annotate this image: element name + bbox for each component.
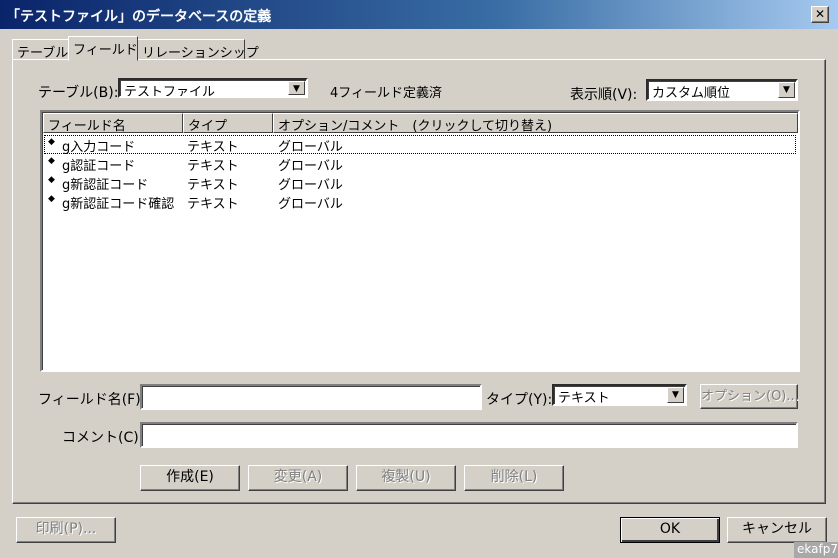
move-handle-icon[interactable]: ◆: [48, 175, 55, 185]
field-type-cell: テキスト: [187, 140, 239, 155]
sort-select-value: カスタム順位: [652, 86, 731, 101]
field-name-label: フィールド名(F):: [38, 392, 146, 408]
list-item[interactable]: ◆ g新認証コード確認 テキスト グローバル: [44, 192, 796, 212]
list-header: フィールド名 タイプ オプション/コメント (クリックして切り替え): [43, 113, 798, 133]
field-options-cell: グローバル: [278, 140, 343, 155]
move-handle-icon[interactable]: ◆: [48, 156, 55, 166]
field-options-cell: グローバル: [278, 159, 343, 174]
comment-input[interactable]: [140, 422, 798, 448]
column-header-type[interactable]: タイプ: [183, 113, 273, 133]
field-options-cell: グローバル: [278, 178, 343, 193]
comment-label: コメント(C):: [62, 430, 144, 446]
sort-select-label: 表示順(V):: [570, 87, 638, 103]
move-handle-icon[interactable]: ◆: [48, 194, 55, 204]
field-name-cell: g新認証コード: [62, 178, 149, 193]
field-list[interactable]: フィールド名 タイプ オプション/コメント (クリックして切り替え) ◆ g入力…: [40, 110, 800, 372]
tab-relationship[interactable]: リレーションシップ: [137, 39, 259, 61]
field-type-cell: テキスト: [187, 197, 239, 212]
duplicate-button[interactable]: 複製(U): [356, 465, 456, 491]
watermark: ekafp7: [794, 542, 838, 558]
list-item[interactable]: ◆ g入力コード テキスト グローバル: [44, 135, 796, 155]
change-button[interactable]: 変更(A): [248, 465, 348, 491]
type-select-value: テキスト: [558, 391, 610, 406]
list-item[interactable]: ◆ g新認証コード テキスト グローバル: [44, 173, 796, 193]
close-button[interactable]: ✕: [811, 6, 829, 23]
tab-table[interactable]: テーブル: [12, 39, 70, 61]
type-select-label: タイプ(Y):: [486, 392, 553, 408]
table-select[interactable]: テストファイル ▼: [118, 78, 308, 98]
sort-select[interactable]: カスタム順位 ▼: [646, 79, 798, 101]
chevron-down-icon[interactable]: ▼: [778, 82, 795, 98]
field-type-cell: テキスト: [187, 159, 239, 174]
field-options-cell: グローバル: [278, 197, 343, 212]
field-name-cell: g入力コード: [62, 140, 136, 155]
field-name-cell: g新認証コード確認: [62, 197, 175, 212]
tab-field[interactable]: フィールド: [68, 36, 138, 61]
type-select[interactable]: テキスト ▼: [552, 384, 687, 406]
field-name-input[interactable]: [140, 384, 482, 410]
field-count: 4フィールド定義済: [330, 86, 443, 101]
column-header-options[interactable]: オプション/コメント (クリックして切り替え): [273, 113, 798, 133]
chevron-down-icon[interactable]: ▼: [288, 81, 305, 95]
window-title: 「テストファイル」のデータベースの定義: [6, 9, 272, 25]
table-select-label: テーブル(B):: [38, 85, 119, 101]
chevron-down-icon[interactable]: ▼: [667, 387, 684, 403]
options-button[interactable]: オプション(O)...: [700, 384, 799, 409]
title-bar: 「テストファイル」のデータベースの定義 ✕: [0, 0, 838, 29]
table-select-value: テストファイル: [124, 85, 216, 98]
column-header-name[interactable]: フィールド名: [43, 113, 183, 133]
move-handle-icon[interactable]: ◆: [48, 137, 55, 147]
field-name-cell: g認証コード: [62, 159, 136, 174]
delete-button[interactable]: 削除(L): [464, 465, 564, 491]
field-type-cell: テキスト: [187, 178, 239, 193]
cancel-button[interactable]: キャンセル: [727, 517, 827, 543]
print-button[interactable]: 印刷(P)...: [16, 517, 116, 543]
list-item[interactable]: ◆ g認証コード テキスト グローバル: [44, 154, 796, 174]
create-button[interactable]: 作成(E): [140, 465, 240, 491]
ok-button[interactable]: OK: [620, 517, 720, 543]
